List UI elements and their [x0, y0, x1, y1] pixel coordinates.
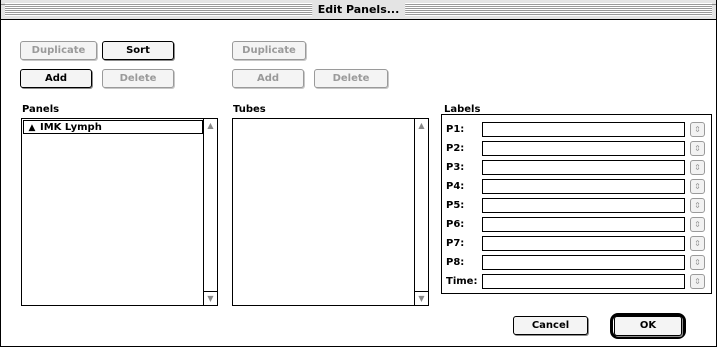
label-row-p6: P6: ⇕ — [442, 217, 711, 232]
label-field-p2[interactable] — [482, 141, 685, 156]
labels-box: P1: ⇕ P2: ⇕ P3: ⇕ P4: ⇕ P5: ⇕ P6: ⇕ P7: … — [441, 114, 712, 294]
list-item[interactable]: ▲︎ IMK Lymph — [23, 120, 203, 134]
list-item-label: IMK Lymph — [40, 122, 102, 133]
panels-duplicate-button[interactable]: Duplicate — [20, 41, 97, 60]
label-row-time: Time: ⇕ — [442, 274, 711, 289]
stepper-icon[interactable]: ⇕ — [690, 141, 705, 156]
label-row-p5: P5: ⇕ — [442, 198, 711, 213]
stepper-icon[interactable]: ⇕ — [690, 179, 705, 194]
stepper-icon[interactable]: ⇕ — [690, 198, 705, 213]
label-field-p4[interactable] — [482, 179, 685, 194]
tubes-list-label: Tubes — [233, 104, 266, 115]
ok-button[interactable]: OK — [614, 316, 682, 336]
panels-add-button[interactable]: Add — [20, 69, 92, 88]
scroll-down-arrow-icon[interactable]: ▼ — [415, 291, 428, 305]
label-field-time[interactable] — [482, 274, 685, 289]
tubes-delete-button[interactable]: Delete — [314, 69, 388, 88]
panels-list-label: Panels — [22, 104, 60, 115]
panels-delete-button[interactable]: Delete — [102, 69, 174, 88]
panels-list[interactable]: ▲︎ IMK Lymph ▲ ▼ — [21, 118, 218, 306]
panels-sort-button[interactable]: Sort — [102, 41, 174, 60]
label-p6: P6: — [446, 219, 465, 230]
tubes-add-button[interactable]: Add — [232, 69, 304, 88]
label-row-p4: P4: ⇕ — [442, 179, 711, 194]
stepper-icon[interactable]: ⇕ — [690, 160, 705, 175]
label-p5: P5: — [446, 200, 465, 211]
label-row-p2: P2: ⇕ — [442, 141, 711, 156]
stepper-icon[interactable]: ⇕ — [690, 236, 705, 251]
stepper-icon[interactable]: ⇕ — [690, 122, 705, 137]
cancel-button[interactable]: Cancel — [513, 316, 588, 335]
tubes-duplicate-button[interactable]: Duplicate — [232, 41, 306, 60]
title-bar[interactable]: Edit Panels... — [1, 0, 716, 20]
scroll-up-arrow-icon[interactable]: ▲ — [204, 119, 217, 133]
label-field-p3[interactable] — [482, 160, 685, 175]
label-field-p1[interactable] — [482, 122, 685, 137]
label-field-p5[interactable] — [482, 198, 685, 213]
window-title: Edit Panels... — [311, 2, 406, 17]
label-p7: P7: — [446, 238, 465, 249]
label-p3: P3: — [446, 162, 465, 173]
label-field-p7[interactable] — [482, 236, 685, 251]
tubes-list[interactable]: ▲ ▼ — [232, 118, 429, 306]
label-row-p7: P7: ⇕ — [442, 236, 711, 251]
tubes-scrollbar[interactable]: ▲ ▼ — [414, 119, 428, 305]
panels-scrollbar[interactable]: ▲ ▼ — [203, 119, 217, 305]
label-row-p8: P8: ⇕ — [442, 255, 711, 270]
label-field-p6[interactable] — [482, 217, 685, 232]
stepper-icon[interactable]: ⇕ — [690, 217, 705, 232]
scroll-down-arrow-icon[interactable]: ▼ — [204, 291, 217, 305]
edit-panels-window: Edit Panels... Duplicate Sort Add Delete… — [0, 0, 717, 347]
stepper-icon[interactable]: ⇕ — [690, 274, 705, 289]
label-row-p1: P1: ⇕ — [442, 122, 711, 137]
label-p4: P4: — [446, 181, 465, 192]
sort-arrows-icon: ▲︎ — [28, 123, 36, 133]
scroll-up-arrow-icon[interactable]: ▲ — [415, 119, 428, 133]
label-p2: P2: — [446, 143, 465, 154]
label-field-p8[interactable] — [482, 255, 685, 270]
label-p8: P8: — [446, 257, 465, 268]
stepper-icon[interactable]: ⇕ — [690, 255, 705, 270]
label-time: Time: — [446, 276, 478, 287]
label-row-p3: P3: ⇕ — [442, 160, 711, 175]
label-p1: P1: — [446, 124, 465, 135]
